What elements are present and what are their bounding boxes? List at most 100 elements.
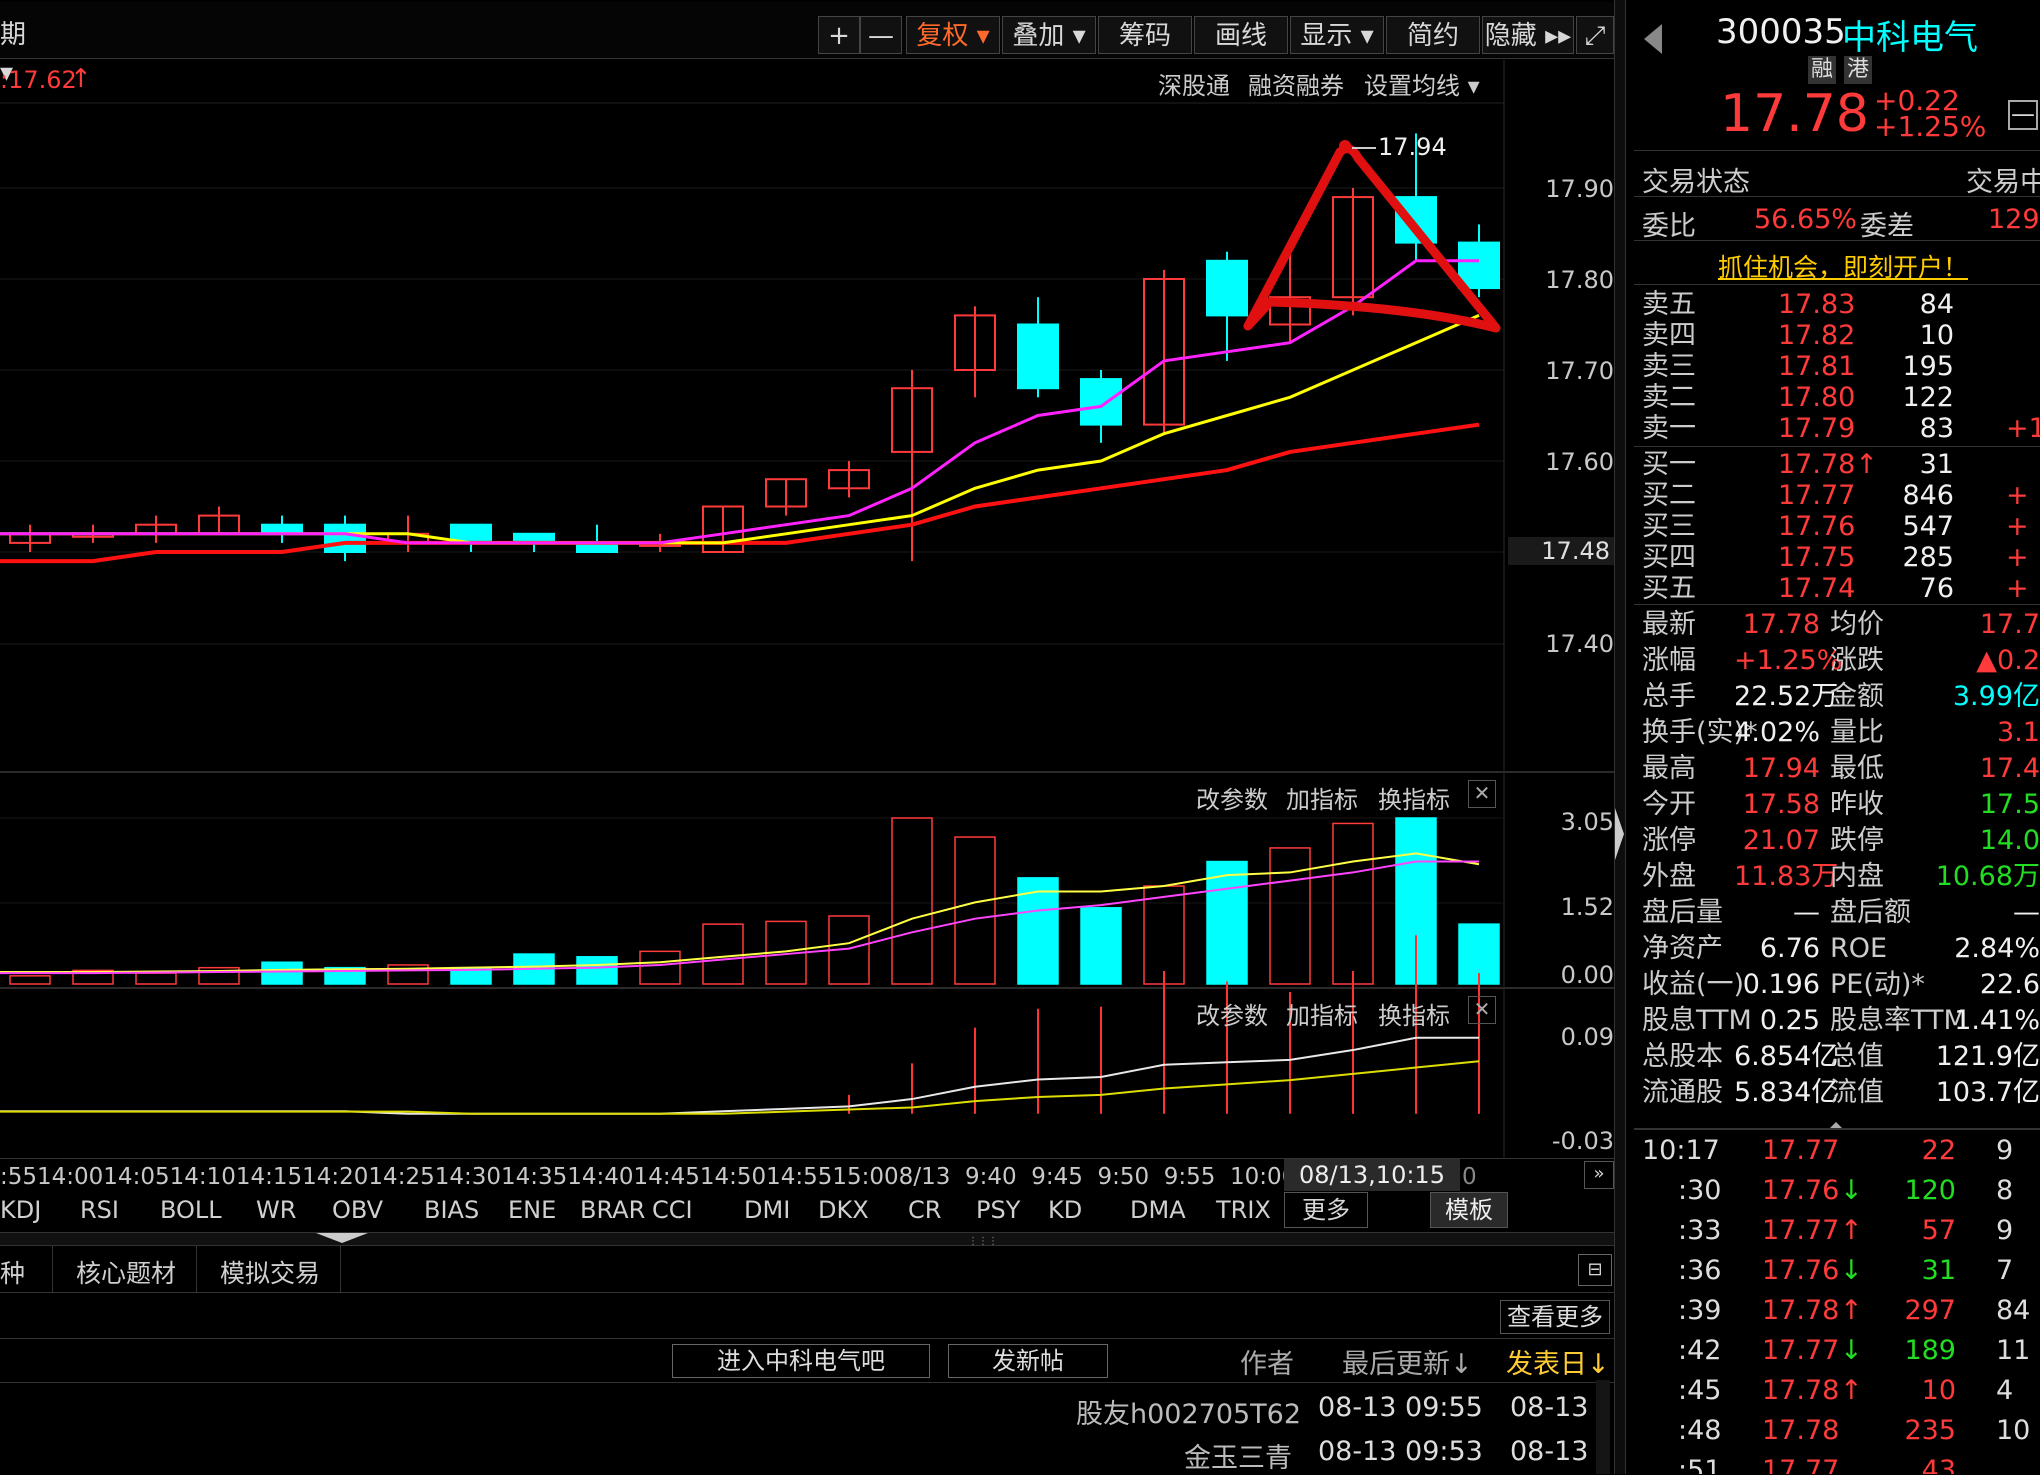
open-account-link[interactable]: 抓住机会，即刻开户！ [1718, 248, 1968, 284]
panel-splitter[interactable]: ⋮⋮⋮ [0, 1232, 1614, 1247]
time-axis: :5514:0014:0514:1014:1514:2014:2514:3014… [0, 1158, 1614, 1193]
side-divider[interactable] [1614, 0, 1626, 1474]
candle-layer [9, 133, 1500, 562]
indicator-tab-boll[interactable]: BOLL [160, 1196, 222, 1224]
field-label: 总股本 [1642, 1041, 1723, 1072]
indicator-tab-dmi[interactable]: DMI [744, 1196, 790, 1224]
bid-row[interactable]: 买二 17.77 846 + [1634, 481, 2039, 511]
field-value: 121.9亿 [1935, 1041, 2040, 1072]
collapse-right-icon[interactable] [1615, 808, 1624, 860]
ask-row[interactable]: 卖五 17.83 84 [1634, 290, 2039, 320]
col-author[interactable]: 作者 [1240, 1342, 1294, 1381]
indicator-tab-ene[interactable]: ENE [508, 1196, 556, 1224]
field-value: 17.7 [1979, 609, 2040, 640]
ask-row[interactable]: 卖二 17.80 122 [1634, 383, 2039, 413]
new-post-button[interactable]: 发新帖 [948, 1344, 1108, 1378]
bid-row[interactable]: 买五 17.74 76 + [1634, 574, 2039, 604]
level-volume: 84 [1919, 289, 1954, 320]
swap-indicator-button[interactable]: 换指标 [1378, 996, 1450, 1031]
tick-extra: 4 [1996, 1375, 2014, 1406]
tick-price: 17.77 [1762, 1455, 1840, 1474]
tab-core-theme[interactable]: 核心题材 [76, 1254, 176, 1290]
bid-row[interactable]: 买三 17.76 547 + [1634, 512, 2039, 542]
time-cursor-tooltip: 08/13,10:15 [1284, 1159, 1460, 1191]
volume-layer [0, 817, 1500, 985]
add-indicator-button[interactable]: 加指标 [1286, 996, 1358, 1031]
col-update[interactable]: 最后更新↓ [1342, 1342, 1473, 1381]
indicator-tab-bias[interactable]: BIAS [424, 1196, 479, 1224]
bid-book: 买一 17.78↑ 31 买二 17.77 846 + 买三 17.76 547 + 买四 17.75 2… [1634, 448, 2040, 604]
quote-panel: 300035 中科电气 融 港 17.78 +0.22 +1.25% — 交易状… [1634, 0, 2040, 1474]
bid-row[interactable]: 买四 17.75 285 + [1634, 543, 2039, 573]
weibi-label: 委比 [1642, 211, 1696, 242]
field-label: 总值 [1830, 1041, 1884, 1072]
indicator-tab-kd[interactable]: KD [1048, 1196, 1082, 1224]
field-label: 盘后额 [1830, 897, 1911, 928]
field-label: 均价 [1830, 609, 1884, 640]
level-volume: 10 [1919, 320, 1954, 351]
post-author[interactable]: 金玉三青 [1184, 1436, 1292, 1475]
field-label: 今开 [1642, 789, 1696, 820]
high-marker [1339, 140, 1351, 152]
stats-table: 最新 17.78 均价 17.7 涨幅 +1.25% 涨跌 ▲0.2 总手 22.52万 金额 3.9… [1634, 610, 2040, 1120]
level-label: 卖四 [1642, 320, 1696, 351]
tick-time: :45 [1678, 1375, 1722, 1406]
tab-sim-trade[interactable]: 模拟交易 [220, 1254, 320, 1290]
bottom-tabs: 种 核心题材 模拟交易 ⊟ [0, 1246, 1614, 1293]
view-more-button[interactable]: 查看更多 [1500, 1300, 1610, 1334]
kline-svg[interactable] [0, 0, 1614, 1160]
field-value: 6.854亿 [1734, 1041, 1839, 1072]
level-label: 卖五 [1642, 289, 1696, 320]
indicator-tab-trix[interactable]: TRIX [1216, 1196, 1271, 1224]
level-change: + [2006, 542, 2029, 573]
gai-param-button[interactable]: 改参数 [1196, 780, 1268, 815]
enter-bar-button[interactable]: 进入中科电气吧 [672, 1344, 930, 1378]
indicator-tab-kdj[interactable]: KDJ [0, 1196, 41, 1224]
add-indicator-button[interactable]: 加指标 [1286, 780, 1358, 815]
ask-row[interactable]: 卖一 17.79 83 +1 [1634, 414, 2040, 444]
ask-row[interactable]: 卖三 17.81 195 [1634, 352, 2039, 382]
indicator-tab-psy[interactable]: PSY [976, 1196, 1020, 1224]
collapse-icon[interactable] [316, 1233, 368, 1243]
tick-volume: 189 [1904, 1335, 1956, 1366]
scroll-right-icon[interactable]: » [1584, 1161, 1614, 1189]
bid-row[interactable]: 买一 17.78↑ 31 [1634, 450, 2039, 480]
more-indicators-button[interactable]: 更多 [1284, 1192, 1368, 1228]
level-volume: 846 [1902, 480, 1954, 511]
level-label: 买四 [1642, 542, 1696, 573]
field-label: 最低 [1830, 753, 1884, 784]
ask-row[interactable]: 卖四 17.82 10 [1634, 321, 2039, 351]
field-label: 最高 [1642, 753, 1696, 784]
tab-variety[interactable]: 种 [0, 1254, 25, 1290]
indicator-tab-dma[interactable]: DMA [1130, 1196, 1186, 1224]
indicator-tab-obv[interactable]: OBV [332, 1196, 383, 1224]
close-icon[interactable]: ✕ [1468, 780, 1496, 808]
gai-param-button[interactable]: 改参数 [1196, 996, 1268, 1031]
field-label: 净资产 [1642, 933, 1723, 964]
indicator-tab-wr[interactable]: WR [256, 1196, 296, 1224]
minimize-icon[interactable]: — [2008, 100, 2038, 130]
indicator-tab-brar[interactable]: BRAR [580, 1196, 645, 1224]
dock-icon[interactable]: ⊟ [1578, 1254, 1612, 1286]
template-button[interactable]: 模板 [1430, 1192, 1508, 1228]
field-label: 总手 [1642, 681, 1696, 712]
prev-stock-icon[interactable] [1644, 24, 1662, 54]
field-label: 盘后量 [1642, 897, 1723, 928]
swap-indicator-button[interactable]: 换指标 [1378, 780, 1450, 815]
tick-row: 10:17 17.77 22 9 [1634, 1132, 2039, 1170]
indicator-tab-rsi[interactable]: RSI [80, 1196, 119, 1224]
tick-row: :42 17.77 ↓ 189 11 [1634, 1332, 2039, 1370]
field-value: 4.02% [1734, 717, 1820, 748]
tick-time: :39 [1678, 1295, 1722, 1326]
col-date[interactable]: 发表日↓ [1506, 1342, 1610, 1381]
indicator-tab-dkx[interactable]: DKX [818, 1196, 869, 1224]
tick-price: 17.76 [1762, 1175, 1840, 1206]
post-author[interactable]: 股友h002705T62 [1076, 1392, 1301, 1431]
close-icon[interactable]: ✕ [1468, 996, 1496, 1024]
scrollbar[interactable] [1596, 1380, 1610, 1474]
level-volume: 76 [1919, 573, 1954, 604]
indicator-tab-cci[interactable]: CCI [652, 1196, 693, 1224]
field-value: 5.834亿 [1734, 1077, 1839, 1108]
indicator-tabs: KDJ RSI BOLL WR OBV BIAS ENE BRAR CCI DMI DKX CR PSY… [0, 1192, 1614, 1228]
indicator-tab-cr[interactable]: CR [908, 1196, 941, 1224]
